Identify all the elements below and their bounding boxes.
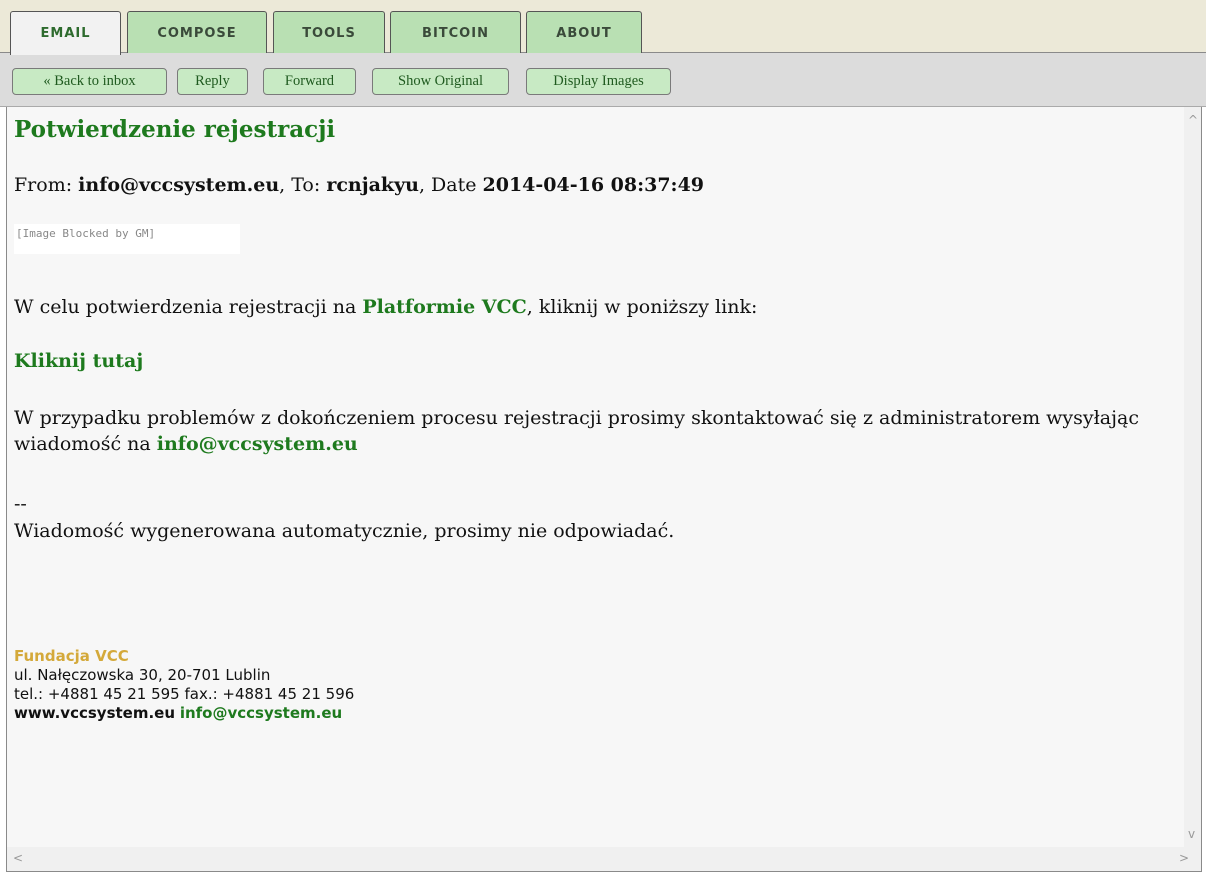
email-body-pane: Potwierdzenie rejestracji From: info@vcc… [6, 107, 1202, 872]
from-address: info@vccsystem.eu [78, 174, 280, 196]
date-label: , Date [418, 174, 477, 196]
tab-tools[interactable]: TOOLS [273, 11, 385, 54]
email-date: 2014-04-16 08:37:49 [482, 174, 705, 196]
display-images-button[interactable]: Display Images [526, 68, 671, 95]
signature-website-link[interactable]: www.vccsystem.eu [14, 704, 175, 722]
signature-address: ul. Nałęczowska 30, 20-701 Lublin [14, 666, 271, 684]
signature-org: Fundacja VCC [14, 647, 129, 665]
vertical-scrollbar[interactable]: ^ v [1184, 107, 1201, 847]
signature-phone: tel.: +4881 45 21 595 fax.: +4881 45 21 … [14, 685, 355, 703]
signature-block: Fundacja VCC ul. Nałęczowska 30, 20-701 … [14, 647, 354, 723]
problem-paragraph: W przypadku problemów z dokończeniem pro… [14, 405, 1174, 457]
scroll-down-icon[interactable]: v [1188, 827, 1195, 841]
signature-separator: -- [14, 493, 27, 515]
tab-email[interactable]: EMAIL [10, 11, 121, 55]
tab-about[interactable]: ABOUT [526, 11, 642, 54]
auto-generated-note: Wiadomość wygenerowana automatycznie, pr… [14, 520, 675, 542]
signature-email-link[interactable]: info@vccsystem.eu [180, 704, 342, 722]
tab-bar: EMAIL COMPOSE TOOLS BITCOIN ABOUT [0, 0, 1206, 55]
reply-button[interactable]: Reply [177, 68, 248, 95]
show-original-button[interactable]: Show Original [372, 68, 509, 95]
to-address: rcnjakyu [326, 174, 419, 196]
tab-compose[interactable]: COMPOSE [127, 11, 267, 54]
p1-after: , kliknij w poniższy link: [526, 296, 758, 318]
contact-email-link[interactable]: info@vccsystem.eu [157, 433, 358, 455]
tab-bitcoin[interactable]: BITCOIN [390, 11, 521, 54]
scroll-right-icon[interactable]: > [1179, 851, 1189, 865]
to-label: , To: [279, 174, 321, 196]
email-meta: From: info@vccsystem.eu, To: rcnjakyu, D… [14, 174, 704, 196]
platform-link[interactable]: Platformie VCC [362, 296, 526, 318]
p1-before: W celu potwierdzenia rejestracji na [14, 296, 363, 318]
scroll-up-icon[interactable]: ^ [1188, 113, 1198, 127]
back-to-inbox-button[interactable]: « Back to inbox [12, 68, 167, 95]
confirm-link[interactable]: Kliknij tutaj [14, 350, 143, 372]
email-subject: Potwierdzenie rejestracji [14, 116, 336, 143]
scroll-left-icon[interactable]: < [13, 851, 23, 865]
email-toolbar: « Back to inbox Reply Forward Show Origi… [0, 53, 1206, 107]
blocked-image-placeholder: [Image Blocked by GM] [14, 224, 240, 254]
forward-button[interactable]: Forward [263, 68, 356, 95]
horizontal-scrollbar[interactable]: < > [7, 847, 1201, 871]
confirmation-paragraph: W celu potwierdzenia rejestracji na Plat… [14, 294, 757, 320]
from-label: From: [14, 174, 73, 196]
